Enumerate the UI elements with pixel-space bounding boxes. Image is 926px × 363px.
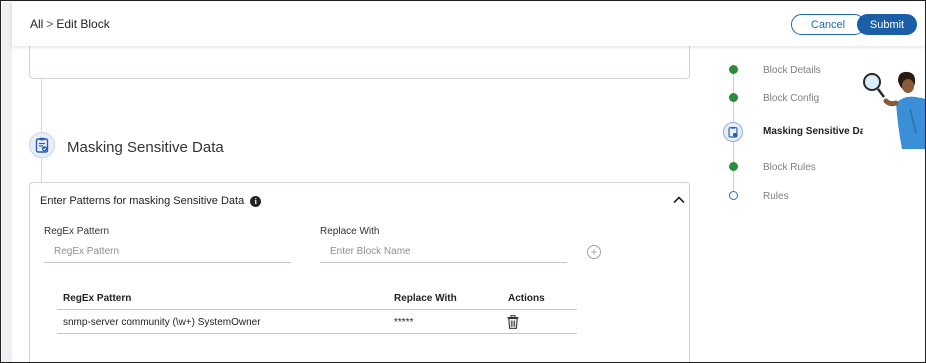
chevron-up-icon[interactable]: [672, 194, 686, 206]
main-content: Masking Sensitive Data Enter Patterns fo…: [12, 33, 712, 362]
replace-with-input[interactable]: [320, 241, 567, 263]
person-magnifier-illustration: [863, 71, 925, 149]
cancel-button[interactable]: Cancel: [791, 14, 865, 35]
breadcrumb-current: Edit Block: [56, 17, 110, 31]
step-block-rules[interactable]: Block Rules: [763, 162, 816, 173]
step-dot-block-config: [729, 93, 738, 102]
trash-icon[interactable]: [507, 315, 519, 329]
step-rules[interactable]: Rules: [763, 191, 789, 202]
breadcrumb-separator: >: [46, 17, 54, 31]
clipboard-check-icon: [723, 122, 743, 142]
table-header-row: RegEx Pattern Replace With Actions: [57, 286, 577, 310]
regex-pattern-input[interactable]: [44, 241, 291, 263]
add-pattern-icon[interactable]: +: [587, 245, 601, 259]
card-title: Enter Patterns for masking Sensitive Dat…: [40, 195, 262, 207]
step-block-details[interactable]: Block Details: [763, 65, 821, 76]
replace-with-label: Replace With: [320, 226, 380, 237]
patterns-table: RegEx Pattern Replace With Actions snmp-…: [57, 286, 577, 334]
breadcrumb-root-link[interactable]: All: [30, 17, 43, 31]
table-row: snmp-server community (\w+) SystemOwner …: [57, 310, 577, 334]
regex-pattern-label: RegEx Pattern: [44, 226, 110, 237]
step-dot-rules: [729, 191, 738, 200]
column-header-replace: Replace With: [394, 293, 457, 304]
cell-replace-with: *****: [394, 317, 414, 328]
step-masking-sensitive-data[interactable]: Masking Sensitive Da: [763, 126, 863, 137]
app-window: All > Edit Block Cancel Submit Masking S…: [0, 0, 926, 363]
clipboard-check-icon: [29, 132, 55, 158]
card-title-text: Enter Patterns for masking Sensitive Dat…: [40, 195, 245, 207]
step-dot-block-rules: [729, 162, 738, 171]
left-gutter: [2, 2, 12, 362]
info-icon[interactable]: i: [250, 195, 262, 207]
column-header-actions: Actions: [508, 293, 545, 304]
step-block-config[interactable]: Block Config: [763, 93, 819, 104]
section-title: Masking Sensitive Data: [67, 139, 224, 156]
cell-regex-pattern: snmp-server community (\w+) SystemOwner: [63, 317, 261, 328]
page-header: All > Edit Block Cancel Submit: [12, 2, 925, 46]
step-dot-block-details: [729, 65, 738, 74]
submit-button[interactable]: Submit: [857, 14, 917, 35]
column-header-regex: RegEx Pattern: [63, 293, 132, 304]
breadcrumb: All > Edit Block: [30, 17, 110, 31]
masking-patterns-card: Enter Patterns for masking Sensitive Dat…: [29, 182, 690, 362]
